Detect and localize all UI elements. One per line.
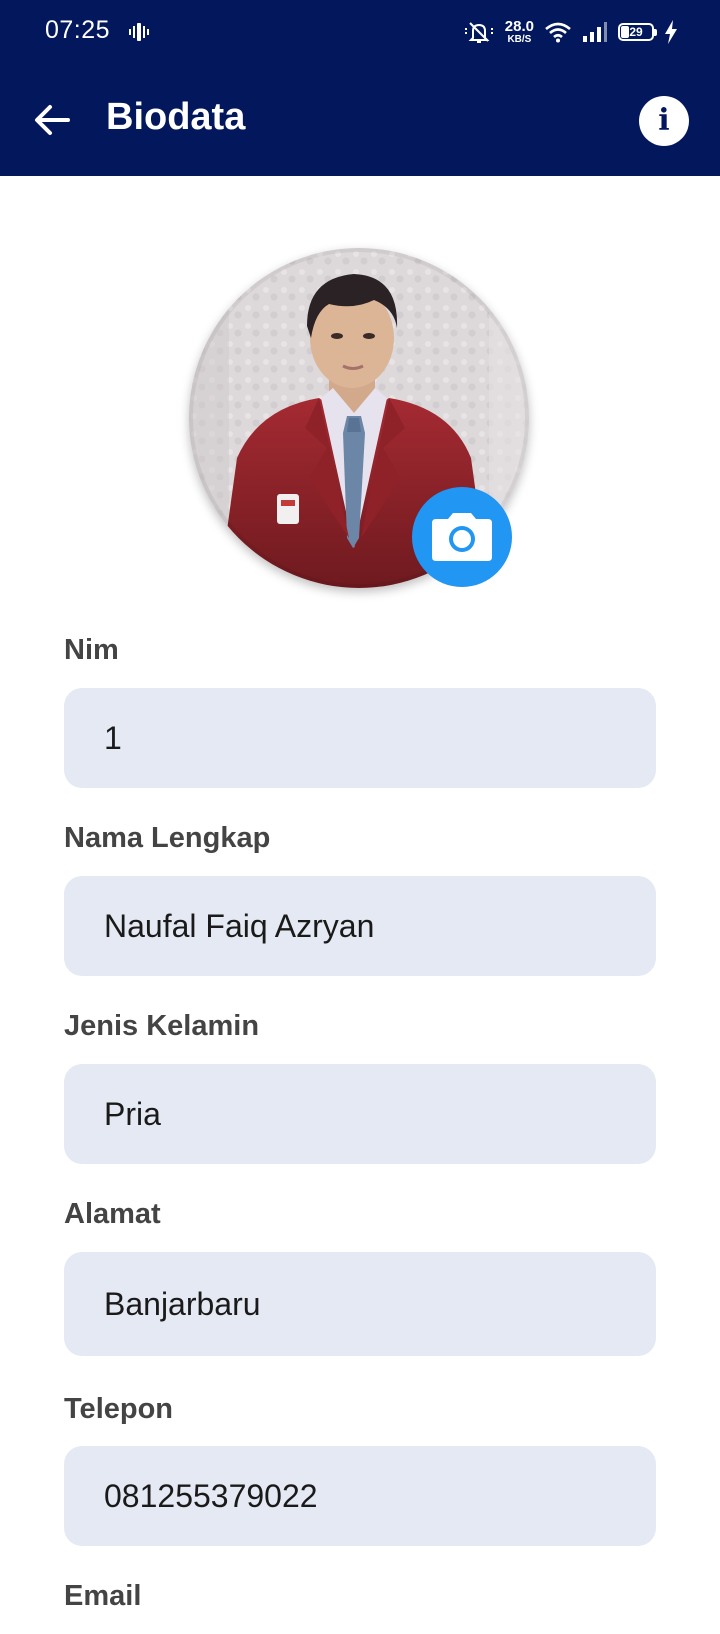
net-speed-unit: KB/S — [507, 34, 532, 45]
profile-photo-container — [189, 248, 529, 588]
mute-icon — [464, 22, 493, 43]
nim-field[interactable] — [64, 688, 656, 788]
phone-label: Telepon — [64, 1393, 174, 1425]
charging-icon — [665, 20, 677, 44]
arrow-left-icon — [35, 105, 70, 135]
name-field[interactable] — [64, 876, 656, 976]
net-speed-value: 28.0 — [504, 18, 534, 35]
gender-field[interactable] — [64, 1064, 656, 1164]
battery-level: 29 — [629, 25, 643, 39]
camera-icon — [432, 513, 492, 561]
email-label: Email — [64, 1580, 142, 1612]
status-time: 07:25 — [45, 16, 111, 44]
address-field[interactable] — [64, 1252, 656, 1356]
phone-field[interactable] — [64, 1446, 656, 1546]
page-title: Biodata — [106, 96, 246, 138]
name-label: Nama Lengkap — [64, 822, 271, 854]
wifi-icon — [545, 22, 571, 43]
biodata-form: Nim Nama Lengkap Jenis Kelamin Alamat Te… — [64, 620, 656, 1634]
app-bar: Biodata i — [0, 70, 720, 170]
status-bar: 07:25 28.0 KB/S 29 — [0, 0, 720, 64]
back-button[interactable] — [24, 92, 80, 148]
signal-icon — [583, 22, 607, 42]
info-icon: i — [658, 103, 670, 138]
app-header: 07:25 28.0 KB/S 29 Biodata i — [0, 0, 720, 176]
vibration-icon — [129, 23, 149, 41]
address-label: Alamat — [64, 1198, 161, 1230]
change-photo-button[interactable] — [412, 487, 512, 587]
status-icons: 28.0 KB/S 29 — [463, 16, 678, 48]
net-speed: 28.0 KB/S — [505, 19, 534, 45]
nim-label: Nim — [64, 634, 119, 666]
info-button[interactable]: i — [639, 96, 689, 146]
battery-icon: 29 — [618, 23, 657, 41]
gender-label: Jenis Kelamin — [64, 1010, 260, 1042]
